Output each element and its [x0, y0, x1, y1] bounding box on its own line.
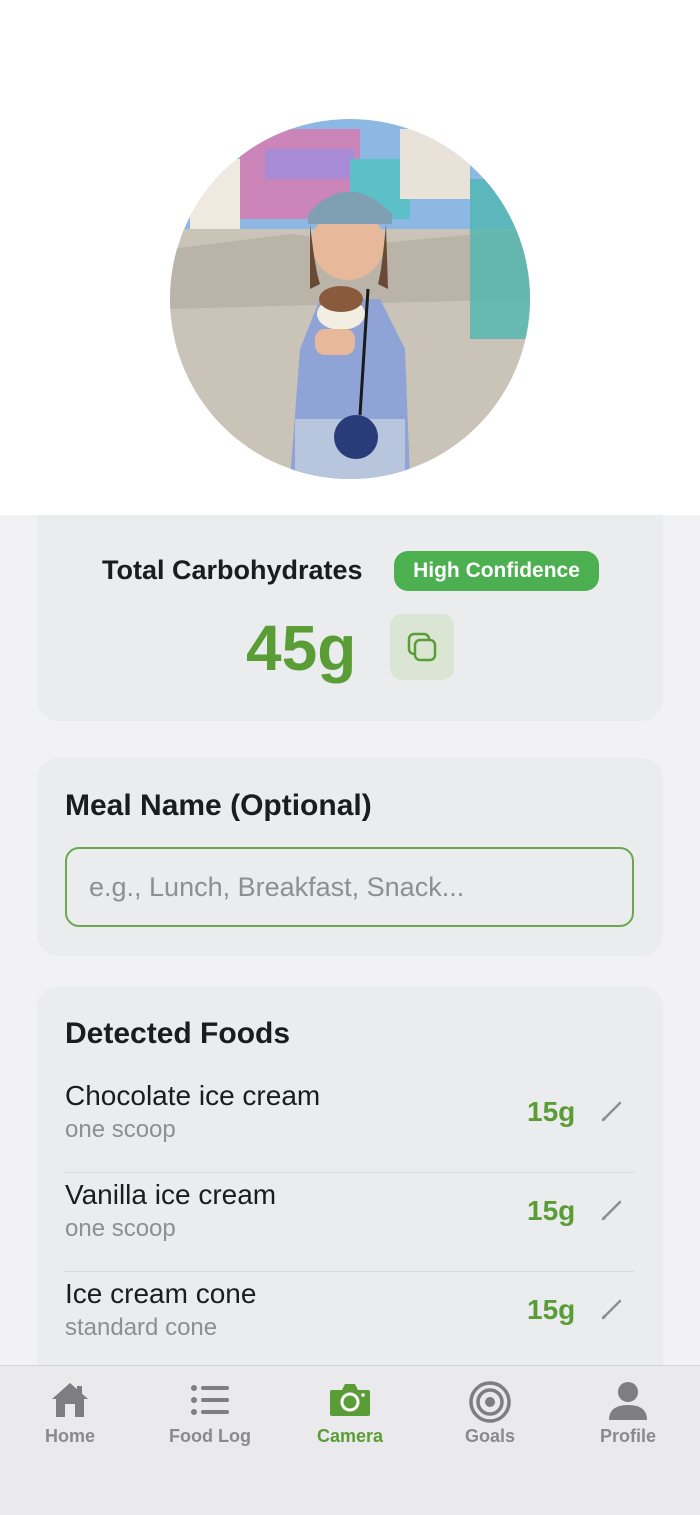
food-carbs: 15g	[527, 1294, 576, 1325]
tab-food-log[interactable]: Food Log	[140, 1366, 280, 1456]
total-carbs-title: Total Carbohydrates	[102, 555, 363, 585]
food-carbs: 15g	[527, 1096, 576, 1127]
tab-profile[interactable]: Profile	[558, 1366, 698, 1456]
camera-icon	[330, 1384, 370, 1416]
copy-button[interactable]	[390, 614, 454, 680]
list-icon	[191, 1385, 229, 1415]
pencil-icon[interactable]	[599, 1098, 625, 1124]
pencil-icon[interactable]	[599, 1197, 625, 1223]
food-carbs: 15g	[527, 1195, 576, 1226]
meal-photo	[170, 119, 530, 479]
pencil-icon[interactable]	[599, 1296, 625, 1322]
tab-camera-label: Camera	[316, 1426, 384, 1446]
person-icon	[609, 1382, 647, 1420]
food-item[interactable]: Vanilla ice cream one scoop 15g	[65, 1173, 634, 1272]
food-portion: standard cone	[65, 1314, 218, 1341]
tab-goals-label: Goals	[464, 1426, 516, 1446]
tab-food-log-label: Food Log	[169, 1426, 251, 1446]
food-name: Vanilla ice cream	[65, 1179, 277, 1210]
copy-icon	[407, 632, 437, 662]
tab-bar: Home Food Log Camera Goals Profile	[0, 1365, 700, 1515]
meal-name-label: Meal Name (Optional)	[65, 789, 372, 822]
food-name: Ice cream cone	[65, 1278, 257, 1309]
detected-foods-title: Detected Foods	[65, 1017, 291, 1050]
food-portion: one scoop	[65, 1215, 176, 1242]
food-portion: one scoop	[65, 1116, 176, 1143]
food-item[interactable]: Chocolate ice cream one scoop 15g	[65, 1074, 634, 1173]
tab-profile-label: Profile	[599, 1426, 656, 1446]
confidence-badge: High Confidence	[394, 551, 599, 591]
tab-goals[interactable]: Goals	[420, 1366, 560, 1456]
target-icon	[469, 1381, 511, 1423]
tab-home[interactable]: Home	[0, 1366, 140, 1456]
tab-camera[interactable]: Camera	[280, 1366, 420, 1456]
house-icon	[52, 1383, 88, 1417]
total-carbs-value: 45g	[246, 612, 357, 684]
food-item[interactable]: Ice cream cone standard cone 15g	[65, 1272, 634, 1371]
meal-name-input[interactable]	[65, 847, 634, 927]
food-name: Chocolate ice cream	[65, 1080, 321, 1111]
tab-home-label: Home	[44, 1426, 95, 1446]
